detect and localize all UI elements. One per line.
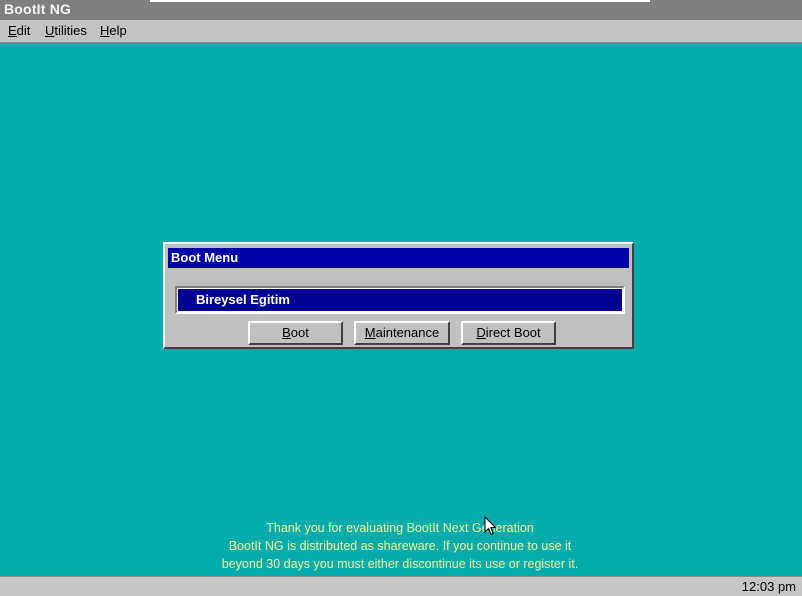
top-edge-strip — [150, 0, 650, 2]
menu-utilities-accelerator: U — [45, 23, 55, 38]
app-title: BootIt NG — [4, 1, 72, 17]
boot-menu-dialog: Boot Menu Bireysel Egitim Boot Maintenan… — [163, 242, 634, 349]
menu-edit[interactable]: Edit — [8, 23, 30, 38]
notice-line-2: BootIt NG is distributed as shareware. I… — [228, 539, 572, 553]
shareware-notice: Thank you for evaluating BootIt Next Gen… — [100, 519, 700, 573]
direct-boot-button-label: irect Boot — [485, 325, 541, 340]
menu-bar: Edit Utilities Help — [0, 20, 802, 43]
boot-entry-list[interactable]: Bireysel Egitim — [175, 286, 625, 314]
notice-line-3: beyond 30 days you must either discontin… — [221, 557, 579, 571]
boot-button-accelerator: B — [282, 325, 291, 340]
menu-utilities-label: tilities — [54, 23, 87, 38]
status-bar: 12:03 pm — [0, 576, 802, 596]
boot-button-label: oot — [290, 325, 309, 340]
boot-button[interactable]: Boot — [248, 321, 343, 345]
maintenance-button-label: aintenance — [375, 325, 440, 340]
mouse-pointer-icon — [484, 516, 497, 536]
direct-boot-button[interactable]: Direct Boot — [461, 321, 556, 345]
boot-menu-title: Boot Menu — [168, 248, 629, 268]
clock: 12:03 pm — [741, 579, 796, 594]
menu-edit-label: dit — [16, 23, 31, 38]
direct-boot-button-accelerator: D — [476, 325, 486, 340]
menu-utilities[interactable]: Utilities — [45, 23, 87, 38]
maintenance-button-accelerator: M — [364, 325, 376, 340]
menu-help[interactable]: Help — [100, 23, 127, 38]
menu-edit-accelerator: E — [8, 23, 17, 38]
menu-help-accelerator: H — [100, 23, 110, 38]
boot-entry-selected[interactable]: Bireysel Egitim — [178, 289, 622, 311]
maintenance-button[interactable]: Maintenance — [354, 321, 450, 345]
title-bar: BootIt NG — [0, 0, 802, 20]
menu-help-label: elp — [109, 23, 127, 38]
notice-line-1: Thank you for evaluating BootIt Next Gen… — [266, 521, 534, 535]
